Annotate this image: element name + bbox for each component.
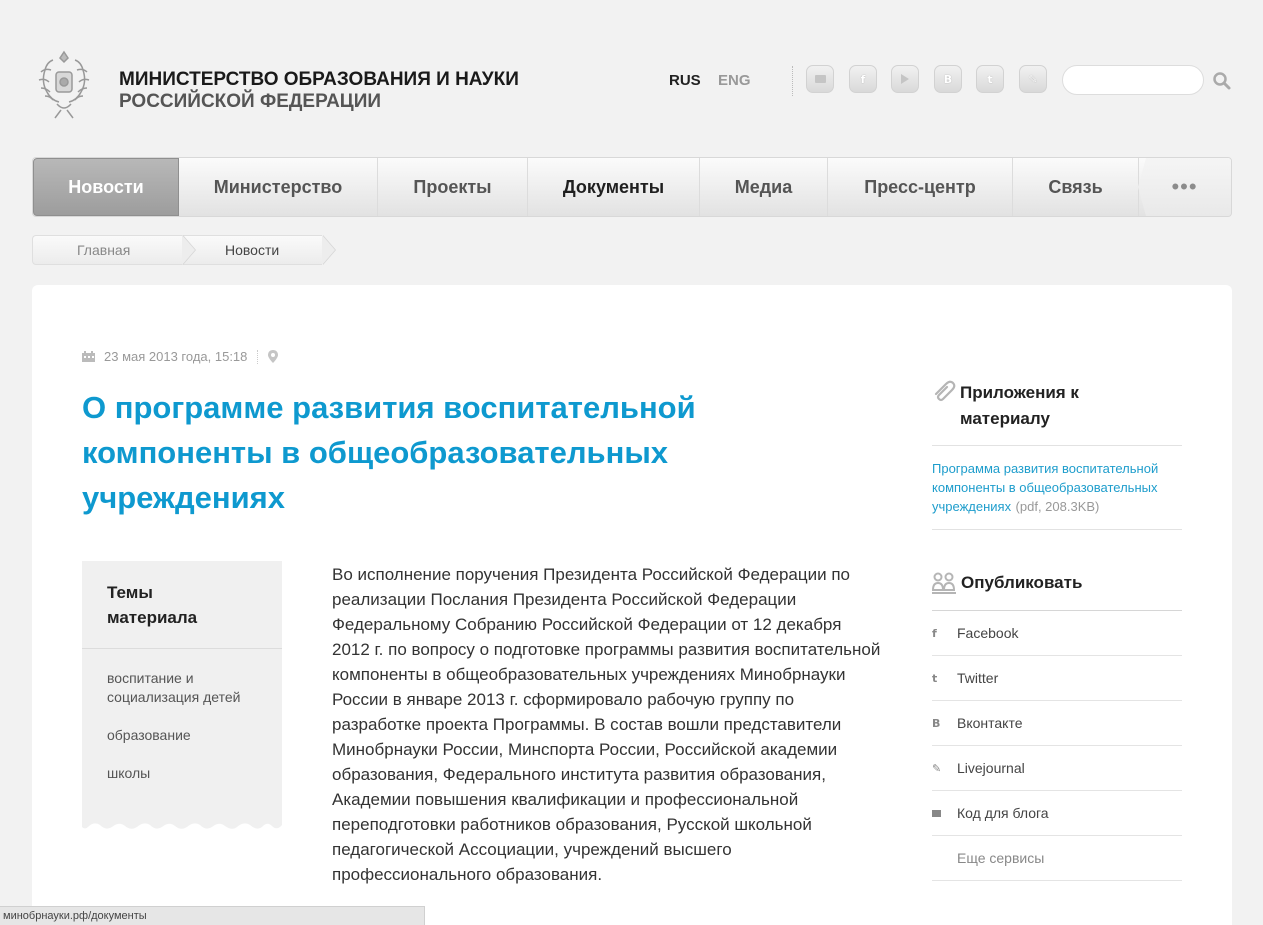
facebook-icon: f — [932, 626, 937, 640]
breadcrumb-home[interactable]: Главная — [32, 235, 196, 265]
nav-item-projects[interactable]: Проекты — [378, 158, 528, 216]
facebook-icon[interactable]: f — [849, 65, 877, 93]
share-facebook[interactable]: f Facebook — [932, 611, 1182, 656]
torn-edge-decoration — [82, 821, 282, 829]
nav-item-contact[interactable]: Связь — [1013, 158, 1139, 216]
share-twitter[interactable]: t Twitter — [932, 656, 1182, 701]
topic-link[interactable]: образование — [107, 726, 257, 745]
chat-icon[interactable] — [806, 65, 834, 93]
youtube-icon[interactable] — [891, 65, 919, 93]
share-more-services[interactable]: Еще сервисы — [932, 836, 1182, 881]
lang-rus-link[interactable]: RUS — [669, 72, 701, 89]
lang-eng-link[interactable]: ENG — [718, 72, 751, 89]
site-title[interactable]: МИНИСТЕРСТВО ОБРАЗОВАНИЯ И НАУКИ РОССИЙС… — [119, 69, 519, 113]
attachments-heading: Приложения к материалу — [960, 383, 1079, 428]
livejournal-icon[interactable]: ✎ — [1019, 65, 1047, 93]
paperclip-icon — [934, 380, 956, 402]
share-livejournal[interactable]: ✎ Livejournal — [932, 746, 1182, 791]
share-people-icon — [932, 572, 956, 594]
topics-heading: Темы материала — [107, 583, 198, 627]
article-body: Во исполнение поручения Президента Росси… — [332, 565, 881, 884]
nav-item-ministry[interactable]: Министерство — [179, 158, 378, 216]
vkontakte-icon: B — [932, 716, 941, 730]
attachments-divider-bottom — [932, 529, 1182, 530]
livejournal-icon: ✎ — [932, 761, 942, 775]
search-input[interactable] — [1062, 65, 1204, 95]
search-icon — [1213, 72, 1231, 90]
vkontakte-icon[interactable]: B — [934, 65, 962, 93]
topic-link[interactable]: воспитание и социализация детей — [107, 669, 257, 707]
main-nav: Новости Министерство Проекты Документы М… — [32, 157, 1232, 217]
meta-divider — [257, 349, 259, 364]
site-title-line2: РОССИЙСКОЙ ФЕДЕРАЦИИ — [119, 91, 382, 112]
breadcrumb-current[interactable]: Новости — [182, 235, 336, 265]
header-divider — [792, 66, 793, 96]
topics-box: Темы материала воспитание и социализация… — [82, 561, 282, 829]
twitter-icon[interactable]: t — [976, 65, 1004, 93]
nav-item-media[interactable]: Медиа — [700, 158, 828, 216]
nav-more-button[interactable]: ••• — [1138, 158, 1231, 216]
article-title: О программе развития воспитательной комп… — [82, 390, 696, 515]
attachment-size: (pdf, 208.3KB) — [1015, 499, 1100, 514]
publish-list: f Facebook t Twitter B Вконтакте ✎ Livejourn… — [932, 611, 1182, 881]
share-blog-code[interactable]: Код для блога — [932, 791, 1182, 836]
topics-list: воспитание и социализация детей образова… — [82, 649, 282, 783]
search-button[interactable] — [1212, 71, 1232, 91]
attachments-section: Приложения к материалу Программа развити… — [932, 380, 1182, 530]
share-vkontakte[interactable]: B Вконтакте — [932, 701, 1182, 746]
publish-heading: Опубликовать — [961, 573, 1083, 592]
breadcrumb: Главная Новости — [32, 235, 336, 265]
article-date: 23 мая 2013 года, 15:18 — [104, 349, 248, 364]
chat-icon — [932, 807, 957, 820]
nav-item-documents[interactable]: Документы — [528, 158, 700, 216]
calendar-icon — [82, 351, 95, 362]
twitter-icon: t — [932, 671, 938, 685]
article-meta: 23 мая 2013 года, 15:18 — [82, 349, 279, 364]
browser-status-bar: минобрнауки.рф/документы — [0, 906, 425, 925]
site-title-line1: МИНИСТЕРСТВО ОБРАЗОВАНИЯ И НАУКИ — [119, 69, 519, 90]
topic-link[interactable]: школы — [107, 764, 257, 783]
ministry-emblem-logo[interactable] — [35, 46, 93, 122]
nav-item-news[interactable]: Новости — [33, 158, 179, 216]
publish-section: Опубликовать f Facebook t Twitter B Вконтак… — [932, 570, 1182, 881]
location-pin-icon — [268, 350, 279, 363]
nav-item-press-center[interactable]: Пресс-центр — [828, 158, 1013, 216]
